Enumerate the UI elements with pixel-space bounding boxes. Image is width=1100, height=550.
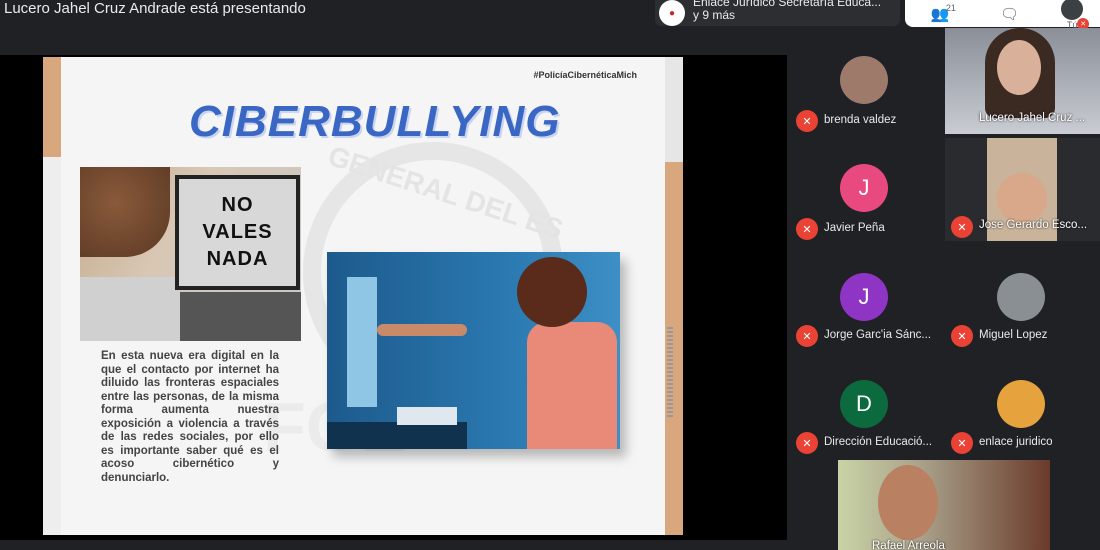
video-person (878, 465, 938, 540)
avatar: J (840, 273, 888, 321)
meeting-logo: ● (659, 0, 685, 26)
screen-text-line: NO (221, 194, 254, 216)
participant-name: Jose Gerardo Esco... (979, 219, 1088, 231)
avatar (997, 380, 1045, 428)
screen-text-line: NADA (206, 248, 269, 270)
screen-text-line: VALES (202, 221, 273, 243)
mic-off-icon: ✕ (796, 110, 818, 132)
people-button[interactable]: 👥 21 (922, 2, 958, 23)
presentation-area: GENERAL DEL ES FGE #PolicíaCibernéticaMi… (0, 55, 787, 540)
participant-tile[interactable]: D ✕ Dirección Educació... (790, 352, 945, 454)
mic-off-icon: ✕ (951, 216, 973, 238)
slide-accent-left (43, 57, 61, 157)
laptop-screen: NO VALES NADA (175, 175, 300, 290)
avatar (997, 273, 1045, 321)
participant-tile[interactable]: ✕ enlace juridico (945, 352, 1100, 454)
mic-off-icon: ✕ (951, 325, 973, 347)
participant-name: Miguel Lopez (979, 329, 1048, 341)
participant-name: Dirección Educació... (824, 436, 933, 448)
participant-tile[interactable]: ✕ Miguel Lopez (945, 245, 1100, 347)
slide-side-note (667, 327, 673, 417)
mic-off-icon: ✕ (951, 432, 973, 454)
participant-name: Javier Peña (824, 222, 885, 234)
presenting-banner: Lucero Jahel Cruz Andrade está presentan… (4, 0, 306, 17)
participant-name: enlace juridico (979, 436, 1053, 448)
slide-title: CIBERBULLYING (189, 97, 561, 146)
avatar: J (840, 164, 888, 212)
mic-off-icon: ✕ (796, 325, 818, 347)
mic-off-icon: ✕ (796, 218, 818, 240)
participant-video-tile[interactable]: ✕ Jose Gerardo Esco... (945, 138, 1100, 241)
self-tile[interactable]: Tú ✕ (1061, 0, 1090, 30)
meeting-more: y 9 más (693, 8, 736, 22)
slide: GENERAL DEL ES FGE #PolicíaCibernéticaMi… (43, 57, 683, 535)
participant-tile[interactable]: J ✕ Javier Peña (790, 138, 945, 240)
ciberbullying-photo-pointing (327, 252, 620, 449)
ciberbullying-photo-laptop: NO VALES NADA (80, 167, 301, 341)
chat-icon: 🗨 (999, 5, 1019, 23)
participant-video-tile[interactable]: Lucero Jahel Cruz ... (945, 28, 1100, 134)
mic-off-icon: ✕ (796, 432, 818, 454)
chat-button[interactable]: 🗨 (991, 5, 1027, 23)
participant-name: Lucero Jahel Cruz ... (979, 112, 1086, 124)
meeting-info[interactable]: ● Enlace Jurídico Secretaría Educa... y … (655, 0, 900, 26)
top-controls: 👥 21 🗨 Tú ✕ (905, 0, 1100, 30)
meet-window: Lucero Jahel Cruz Andrade está presentan… (0, 0, 1100, 550)
participant-name: Rafael Arreola (872, 540, 945, 550)
slide-hashtag: #PolicíaCibernéticaMich (533, 70, 637, 80)
participants-count: 21 (945, 2, 956, 13)
participant-tile[interactable]: ✕ brenda valdez (790, 30, 945, 132)
avatar (1061, 0, 1084, 20)
avatar: D (840, 380, 888, 428)
slide-body-text: En esta nueva era digital en la que el c… (101, 350, 279, 484)
participant-video-tile[interactable]: Rafael Arreola (838, 460, 1050, 550)
participant-name: brenda valdez (824, 114, 897, 126)
avatar (840, 56, 888, 104)
participant-name: Jorge Garc'ia Sánc... (824, 329, 932, 341)
participant-tile[interactable]: J ✕ Jorge Garc'ia Sánc... (790, 245, 945, 347)
